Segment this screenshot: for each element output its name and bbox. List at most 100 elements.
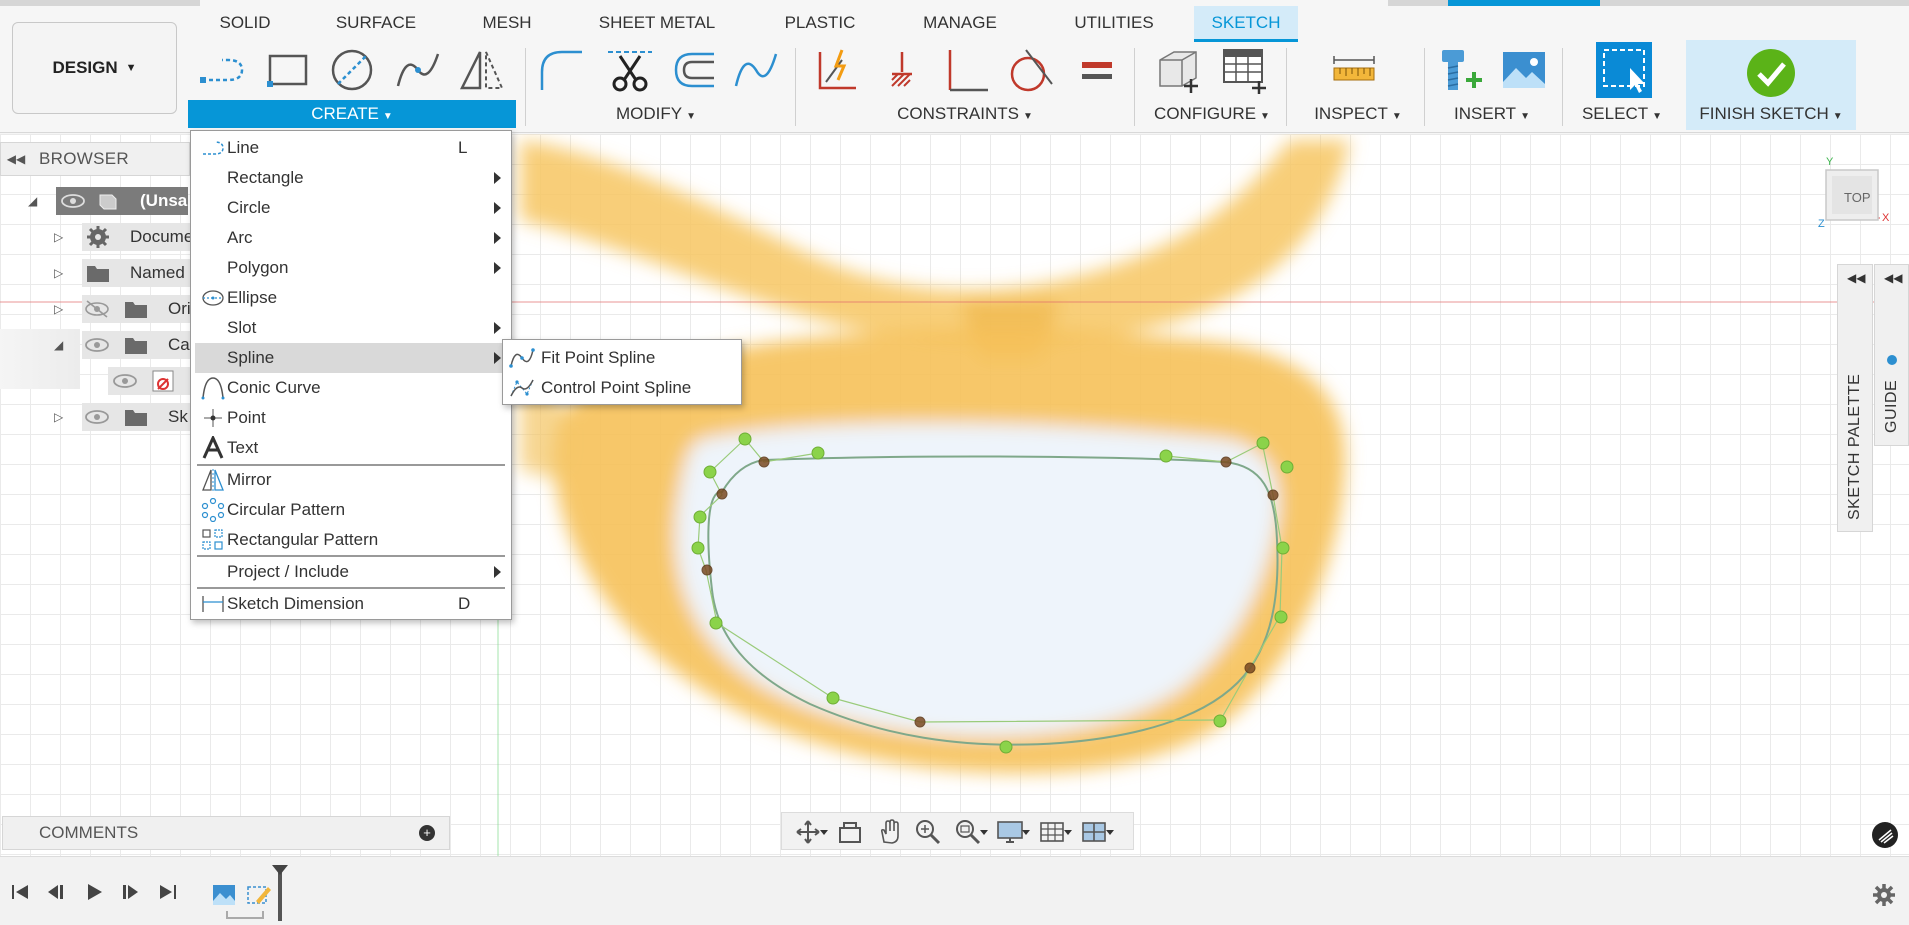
menu-item-project-include[interactable]: Project / Include <box>195 557 507 587</box>
spline-tool-icon[interactable] <box>392 44 444 96</box>
menu-item-text[interactable]: Text <box>195 433 507 463</box>
expand-triangle-icon[interactable]: ▷ <box>54 230 68 244</box>
zoom-window-icon[interactable] <box>954 818 982 846</box>
tab-plastic[interactable]: PLASTIC <box>776 6 864 42</box>
tab-utilities[interactable]: UTILITIES <box>1056 6 1172 42</box>
create-menu-button[interactable]: CREATE ▼ <box>188 100 516 128</box>
collapse-panel-icon[interactable]: ◀◀ <box>1 152 31 166</box>
chevron-down-icon[interactable] <box>1064 830 1072 835</box>
viewports-icon[interactable] <box>1080 818 1108 846</box>
configure-model-icon[interactable] <box>1152 44 1204 96</box>
gear-icon <box>87 226 109 248</box>
menu-item-arc[interactable]: Arc <box>195 223 507 253</box>
orbit-icon[interactable] <box>794 818 822 846</box>
collapse-triangle-icon[interactable]: ◢ <box>54 338 68 352</box>
menu-item-rectangle[interactable]: Rectangle <box>195 163 507 193</box>
chevron-down-icon[interactable] <box>820 830 828 835</box>
timeline-marker-handle-icon[interactable] <box>272 865 288 875</box>
tab-mesh[interactable]: MESH <box>476 6 538 42</box>
guide-tab[interactable]: ◀◀ GUIDE <box>1874 264 1909 446</box>
go-to-end-icon[interactable] <box>156 881 180 903</box>
tab-sketch[interactable]: SKETCH <box>1194 6 1298 42</box>
chevron-down-icon[interactable] <box>1022 830 1030 835</box>
menu-item-point[interactable]: Point <box>195 403 507 433</box>
constraint-tangent-icon[interactable] <box>1004 44 1056 96</box>
spline-curve-tool-icon[interactable] <box>730 44 782 96</box>
circle-tool-icon[interactable] <box>326 44 378 96</box>
constraint-equal-icon[interactable] <box>1070 44 1122 96</box>
expand-panel-icon[interactable]: ◀◀ <box>1884 271 1902 285</box>
finish-sketch-button[interactable]: FINISH SKETCH ▼ <box>1692 100 1850 128</box>
expand-triangle-icon[interactable]: ▷ <box>54 302 68 316</box>
configure-menu-button[interactable]: CONFIGURE ▼ <box>1152 100 1272 128</box>
select-window-icon[interactable] <box>1596 42 1652 98</box>
constraint-fix-icon[interactable] <box>876 44 928 96</box>
trim-tool-icon[interactable] <box>604 44 656 96</box>
look-at-icon[interactable] <box>836 818 864 846</box>
fillet-tool-icon[interactable] <box>536 44 588 96</box>
comments-panel[interactable]: COMMENTS + <box>2 816 450 850</box>
constraint-auto-icon[interactable] <box>810 44 862 96</box>
tab-surface[interactable]: SURFACE <box>326 6 426 42</box>
visibility-eye-icon[interactable] <box>84 407 110 427</box>
sketch-palette-tab[interactable]: ◀◀ SKETCH PALETTE <box>1837 264 1873 532</box>
constraints-menu-button[interactable]: CONSTRAINTS ▼ <box>880 100 1050 128</box>
view-cube[interactable]: TOP Y X Z <box>1818 156 1890 234</box>
expand-triangle-icon[interactable]: ▷ <box>54 266 68 280</box>
timeline-marker[interactable] <box>278 871 282 921</box>
gear-icon[interactable] <box>1872 883 1896 907</box>
collapse-triangle-icon[interactable]: ◢ <box>28 194 42 208</box>
menu-item-control-point-spline[interactable]: Control Point Spline <box>505 373 739 403</box>
chevron-down-icon[interactable] <box>980 830 988 835</box>
workspace-switcher-button[interactable]: DESIGN ▼ <box>12 22 177 114</box>
menu-item-sketch-dimension[interactable]: Sketch Dimension D <box>195 589 507 619</box>
menu-item-mirror[interactable]: Mirror <box>195 465 507 495</box>
visibility-eye-icon[interactable] <box>112 371 138 391</box>
menu-item-circular-pattern[interactable]: Circular Pattern <box>195 495 507 525</box>
menu-item-slot[interactable]: Slot <box>195 313 507 343</box>
menu-item-line[interactable]: Line L <box>195 133 507 163</box>
timeline-sketch-feature-icon[interactable] <box>246 883 272 907</box>
measure-ruler-icon[interactable] <box>1328 44 1380 96</box>
rectangle-tool-icon[interactable] <box>262 44 314 96</box>
menu-item-circle[interactable]: Circle <box>195 193 507 223</box>
menu-item-rectangular-pattern[interactable]: Rectangular Pattern <box>195 525 507 555</box>
timeline-canvas-feature-icon[interactable] <box>212 883 236 907</box>
display-settings-icon[interactable] <box>996 818 1024 846</box>
menu-item-polygon[interactable]: Polygon <box>195 253 507 283</box>
menu-item-fit-point-spline[interactable]: Fit Point Spline <box>505 343 739 373</box>
visibility-eye-icon[interactable] <box>60 191 86 211</box>
menu-item-ellipse[interactable]: Ellipse <box>195 283 507 313</box>
configure-table-icon[interactable] <box>1218 44 1270 96</box>
autodesk-assistant-icon[interactable] <box>1872 822 1898 848</box>
insert-menu-button[interactable]: INSERT ▼ <box>1442 100 1542 128</box>
hidden-eye-icon[interactable] <box>84 299 110 319</box>
modify-menu-button[interactable]: MODIFY ▼ <box>590 100 722 128</box>
line-tool-icon[interactable] <box>196 44 248 96</box>
add-comment-icon[interactable]: + <box>419 825 435 841</box>
grid-settings-icon[interactable] <box>1038 818 1066 846</box>
chevron-down-icon[interactable] <box>1106 830 1114 835</box>
step-back-icon[interactable] <box>44 881 68 903</box>
mirror-tool-icon[interactable] <box>456 44 508 96</box>
insert-mcmaster-icon[interactable] <box>1434 44 1486 96</box>
conic-curve-icon <box>201 376 225 400</box>
pan-hand-icon[interactable] <box>876 818 904 846</box>
visibility-eye-icon[interactable] <box>84 335 110 355</box>
menu-item-spline[interactable]: Spline <box>195 343 507 373</box>
zoom-icon[interactable] <box>914 818 942 846</box>
insert-canvas-image-icon[interactable] <box>1498 44 1550 96</box>
tab-sheet-metal[interactable]: SHEET METAL <box>592 6 722 42</box>
step-forward-icon[interactable] <box>118 881 142 903</box>
play-icon[interactable] <box>82 881 106 903</box>
expand-panel-icon[interactable]: ◀◀ <box>1847 271 1865 285</box>
menu-item-conic-curve[interactable]: Conic Curve <box>195 373 507 403</box>
tab-solid[interactable]: SOLID <box>208 6 282 42</box>
inspect-menu-button[interactable]: INSPECT ▼ <box>1308 100 1408 128</box>
expand-triangle-icon[interactable]: ▷ <box>54 410 68 424</box>
constraint-perpendicular-icon[interactable] <box>940 44 992 96</box>
select-menu-button[interactable]: SELECT ▼ <box>1576 100 1668 128</box>
tab-manage[interactable]: MANAGE <box>916 6 1004 42</box>
go-to-start-icon[interactable] <box>8 881 32 903</box>
offset-tool-icon[interactable] <box>668 44 720 96</box>
